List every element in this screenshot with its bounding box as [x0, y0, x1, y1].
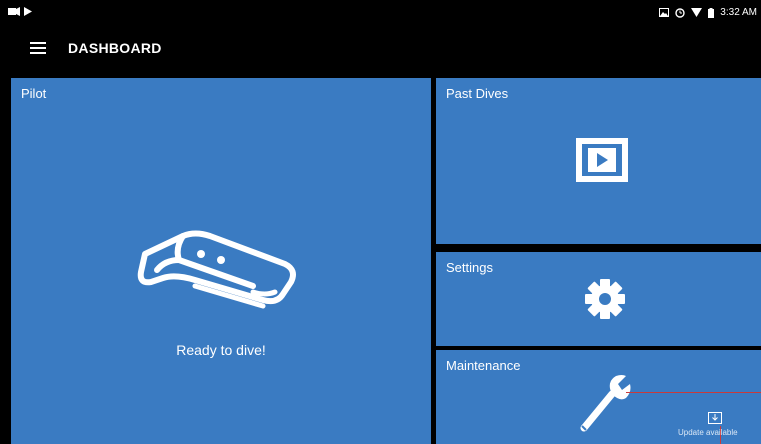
download-icon [708, 412, 722, 424]
app-screen: 3:32 AM DASHBOARD Pilot Ready to dive! P… [0, 0, 761, 444]
wrench-icon [580, 375, 631, 432]
play-store-icon [24, 7, 32, 16]
past-dives-tile[interactable]: Past Dives [436, 78, 761, 244]
rov-drone-icon [137, 230, 296, 309]
update-available-text[interactable]: Update available [678, 428, 738, 437]
alarm-icon [675, 7, 685, 18]
battery-icon [708, 7, 715, 18]
app-bar: DASHBOARD [0, 26, 761, 72]
pilot-status-text: Ready to dive! [176, 342, 266, 358]
status-right-icons: 3:32 AM [659, 7, 757, 18]
settings-tile[interactable]: Settings [436, 252, 761, 346]
video-film-icon [576, 138, 628, 182]
media-icon [8, 7, 20, 16]
image-icon [659, 8, 670, 17]
annotation-line [626, 392, 761, 393]
past-dives-tile-label: Past Dives [446, 86, 509, 101]
status-bar: 3:32 AM [0, 0, 761, 26]
pilot-tile-label: Pilot [21, 86, 47, 101]
status-left-icons [8, 7, 32, 16]
maintenance-tile-label: Maintenance [446, 358, 521, 373]
page-title: DASHBOARD [68, 40, 162, 56]
gear-icon [585, 279, 625, 319]
maintenance-tile[interactable]: Maintenance Update available [436, 350, 761, 444]
status-time: 3:32 AM [720, 7, 757, 18]
hamburger-menu-icon[interactable] [30, 40, 46, 56]
pilot-tile[interactable]: Pilot Ready to dive! [11, 78, 431, 444]
wifi-icon [691, 8, 703, 17]
settings-tile-label: Settings [446, 260, 493, 275]
